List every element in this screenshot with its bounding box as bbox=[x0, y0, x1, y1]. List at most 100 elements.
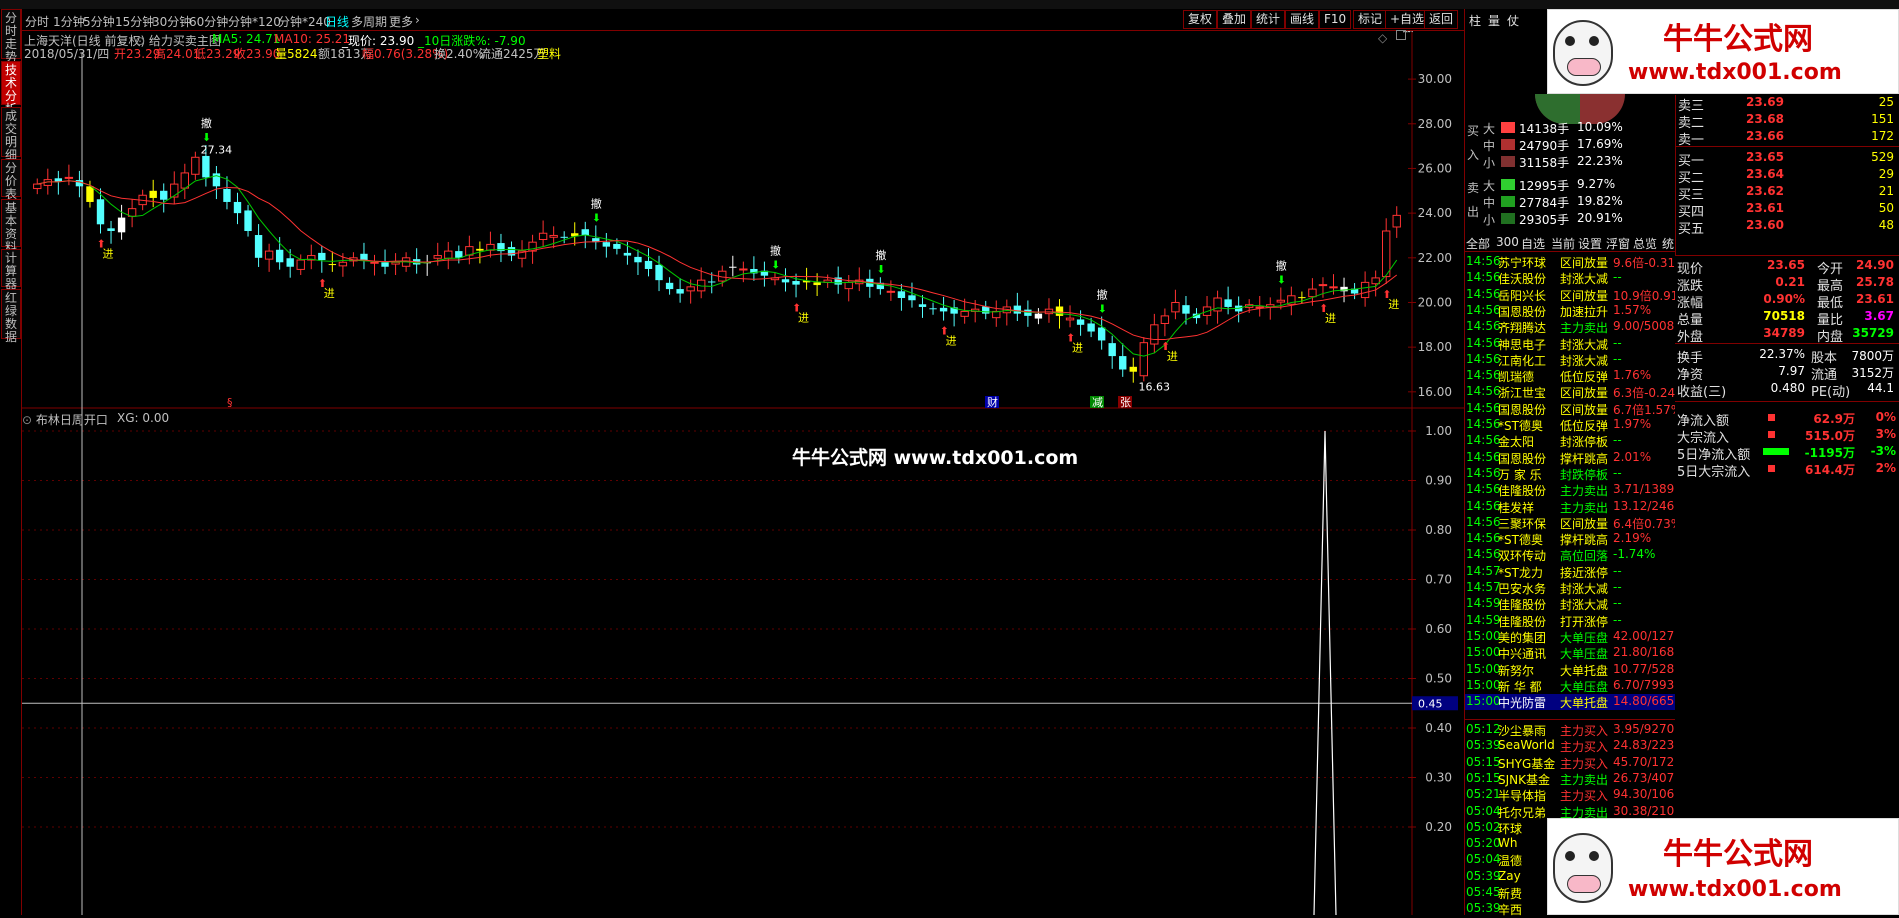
radar-row[interactable]: 14:57 *ST龙力 接近涨停 -- bbox=[1465, 564, 1675, 580]
toolbar-button-0[interactable]: 复权 bbox=[1183, 10, 1218, 29]
toolbar-button-4[interactable]: F10 bbox=[1319, 10, 1352, 29]
radar2-row[interactable]: 05:39SeaWorld 主力买入 24.83/22362 bbox=[1465, 738, 1675, 754]
radar-row[interactable]: 14:56桂发祥 主力卖出 13.12/2461 bbox=[1465, 499, 1675, 515]
list-tab-6[interactable]: 总览 bbox=[1633, 235, 1657, 252]
radar-row[interactable]: 14:56 *ST德奥 低位反弹 1.97% bbox=[1465, 417, 1675, 433]
period-2[interactable]: 5分钟 bbox=[83, 13, 115, 30]
kline-svg[interactable]: 30.00 28.00 26.00 24.00 22.00 20.00 18.00 16.00… bbox=[22, 20, 1464, 409]
left-tab-5[interactable]: 计算器 bbox=[1, 249, 21, 291]
quote2-v2-0: 7800万 bbox=[1851, 349, 1894, 363]
period-5[interactable]: 60分钟 bbox=[189, 13, 228, 30]
period-9[interactable]: 多周期 bbox=[351, 13, 387, 30]
ind-axis-tick-8: 0.20 bbox=[1425, 820, 1452, 834]
flow-buy-pct-2: 22.23% bbox=[1577, 154, 1623, 168]
radar-row[interactable]: 15:00新努尔 大单托盘 10.77/5289 bbox=[1465, 662, 1675, 678]
ind-axis-tick-5: 0.50 bbox=[1425, 672, 1452, 686]
indicator-chart[interactable]: 1.00 0.90 0.80 0.70 0.60 0.50 0.40 0.30 0.20 0.45… bbox=[22, 409, 1464, 916]
radar-row[interactable]: 15:00 新 华 都 大单压盘 6.70/7993 bbox=[1465, 678, 1675, 694]
radar-name: 国恩股份 bbox=[1498, 402, 1547, 417]
list-tab-3[interactable]: 当前 bbox=[1551, 235, 1575, 252]
bid-price-1[interactable]: 23.64 bbox=[1746, 167, 1784, 181]
radar-type: 大单托盘 bbox=[1560, 696, 1609, 711]
radar-row[interactable]: 14:56 佳沃股份 封涨大减 -- bbox=[1465, 270, 1675, 286]
main-axis-tick-6: 18.00 bbox=[1418, 340, 1452, 354]
radar-row[interactable]: 14:57 巴安水务 封涨大减 -- bbox=[1465, 580, 1675, 596]
list-tab-5[interactable]: 浮窗 bbox=[1606, 235, 1630, 252]
radar-time: 14:57 bbox=[1466, 580, 1501, 594]
left-tab-3[interactable]: 分价表 bbox=[1, 159, 21, 201]
bid-price-3[interactable]: 23.61 bbox=[1746, 201, 1784, 215]
radar-row[interactable]: 14:56浙江世宝区间放量 6.3倍-0.24% bbox=[1465, 384, 1675, 400]
list-tab-1[interactable]: 300 bbox=[1496, 235, 1519, 249]
period-1[interactable]: 1分钟 bbox=[53, 13, 85, 30]
left-tab-1[interactable]: 技术分析 bbox=[1, 61, 21, 116]
radar-row[interactable]: 14:56 金太阳 封涨停板 -- bbox=[1465, 433, 1675, 449]
left-tab-2[interactable]: 成交明细 bbox=[1, 107, 21, 162]
radar-row[interactable]: 14:56岳阳兴长区间放量 10.9倍0.91% bbox=[1465, 287, 1675, 303]
period-4[interactable]: 30分钟 bbox=[152, 13, 191, 30]
radar-row[interactable]: 14:56苏宁环球区间放量 9.6倍-0.31% bbox=[1465, 254, 1675, 270]
period-8[interactable]: 日线 bbox=[325, 13, 349, 30]
radar-name: *ST德奥 bbox=[1498, 533, 1543, 548]
diamond-icon[interactable]: ◇ bbox=[1378, 31, 1387, 45]
radar-row[interactable]: 14:56国恩股份区间放量 6.7倍1.57% bbox=[1465, 401, 1675, 417]
period-6[interactable]: 分钟*120 bbox=[228, 13, 281, 30]
left-tab-4[interactable]: 基本资料 bbox=[1, 199, 21, 254]
toolbar-button-6[interactable]: +自选 bbox=[1385, 10, 1430, 29]
bid-price-2[interactable]: 23.62 bbox=[1746, 184, 1784, 198]
toolbar-button-3[interactable]: 画线 bbox=[1285, 10, 1320, 29]
list-tab-4[interactable]: 设置 bbox=[1578, 235, 1602, 252]
radar-row[interactable]: 14:56 *ST德奥 撑杆跳高 2.19% bbox=[1465, 531, 1675, 547]
left-tab-0[interactable]: 分时走势 bbox=[1, 9, 21, 64]
sell-arrow-icon: ⬇ bbox=[592, 211, 601, 224]
flow-sell-amount-0: 12995手 bbox=[1519, 179, 1570, 193]
right-tab-1[interactable]: 量 bbox=[1488, 12, 1500, 29]
radar-row[interactable]: 14:59 佳隆股份 封涨大减 -- bbox=[1465, 596, 1675, 612]
radar-row[interactable]: 14:56 国恩股份 撑杆跳高 2.01% bbox=[1465, 450, 1675, 466]
period-0[interactable]: 分时 bbox=[25, 13, 49, 30]
radar-row[interactable]: 14:56 凯瑞德 低位反弹 1.76% bbox=[1465, 368, 1675, 384]
radar2-row[interactable]: 05:15SHYG基金主力买入 45.70/17235 bbox=[1465, 755, 1675, 771]
radar-row[interactable]: 14:56 齐翔腾达 主力卖出 9.00/5008 bbox=[1465, 319, 1675, 335]
radar-row[interactable]: 14:56三聚环保区间放量 6.4倍0.73% bbox=[1465, 515, 1675, 531]
flow-sell-amount-2: 29305手 bbox=[1519, 213, 1570, 227]
ask-price-1[interactable]: 23.68 bbox=[1746, 112, 1784, 126]
ask-price-0[interactable]: 23.69 bbox=[1746, 95, 1784, 109]
toolbar-button-1[interactable]: 叠加 bbox=[1217, 10, 1252, 29]
period-10[interactable]: 更多 bbox=[389, 13, 413, 30]
radar2-row[interactable]: 05:15SJNK基金主力卖出 26.73/40779 bbox=[1465, 771, 1675, 787]
bid-price-0[interactable]: 23.65 bbox=[1746, 150, 1784, 164]
right-tab-2[interactable]: 仗 bbox=[1507, 12, 1519, 29]
toolbar-button-2[interactable]: 统计 bbox=[1251, 10, 1286, 29]
maximize-icon[interactable] bbox=[1396, 30, 1406, 40]
toolbar-button-5[interactable]: 标记 bbox=[1353, 10, 1388, 29]
radar-time: 14:56 bbox=[1466, 368, 1501, 383]
radar-row[interactable]: 15:00中光防雷大单托盘 14.80/6650 bbox=[1465, 694, 1675, 711]
radar2-row[interactable]: 05:12沙尘暴雨主力买入 3.95/927082 bbox=[1465, 722, 1675, 738]
radar-row[interactable]: 15:00美的集团大单压盘 42.00/1276 bbox=[1465, 629, 1675, 645]
radar-row[interactable]: 14:56 江南化工 封涨大减 -- bbox=[1465, 352, 1675, 368]
ask-price-2[interactable]: 23.66 bbox=[1746, 129, 1784, 143]
radar-row[interactable]: 14:56 神思电子 封涨大减 -- bbox=[1465, 336, 1675, 352]
right-tab-0[interactable]: 柱 bbox=[1469, 12, 1481, 29]
radar-time: 15:00 bbox=[1466, 661, 1501, 676]
radar-row[interactable]: 14:56 万 家 乐 封跌停板 -- bbox=[1465, 466, 1675, 482]
buy-mark-3: 进 bbox=[946, 335, 957, 348]
list-tab-7[interactable]: 统 bbox=[1662, 235, 1674, 252]
radar-row[interactable]: 14:59 佳隆股份 打开涨停 -- bbox=[1465, 613, 1675, 629]
radar2-row[interactable]: 05:21半导体指主力买入 94.30/10629 bbox=[1465, 787, 1675, 803]
toolbar-button-7[interactable]: 返回 bbox=[1424, 10, 1459, 29]
period-7[interactable]: 分钟*240 bbox=[278, 13, 331, 30]
indicator-svg[interactable]: 1.00 0.90 0.80 0.70 0.60 0.50 0.40 0.30 0.20 0.45 bbox=[22, 409, 1464, 916]
more-chevron-icon[interactable]: › bbox=[415, 13, 420, 27]
bid-price-4[interactable]: 23.60 bbox=[1746, 218, 1784, 232]
radar-row[interactable]: 14:56佳隆股份主力卖出 3.71/13897 bbox=[1465, 482, 1675, 498]
radar-row[interactable]: 15:00中兴通讯大单压盘 21.80/16865 bbox=[1465, 645, 1675, 661]
list-tab-0[interactable]: 全部 bbox=[1466, 235, 1490, 252]
left-tab-6[interactable]: 红绿数据 bbox=[1, 289, 21, 344]
radar-row[interactable]: 14:56 国恩股份 加速拉升 1.57% bbox=[1465, 303, 1675, 319]
radar-row[interactable]: 14:56 双环传动 高位回落 -1.74% bbox=[1465, 547, 1675, 563]
period-3[interactable]: 15分钟 bbox=[115, 13, 154, 30]
main-kline-chart[interactable]: 30.00 28.00 26.00 24.00 22.00 20.00 18.00 16.00… bbox=[22, 20, 1464, 409]
list-tab-2[interactable]: 自选 bbox=[1521, 235, 1545, 252]
